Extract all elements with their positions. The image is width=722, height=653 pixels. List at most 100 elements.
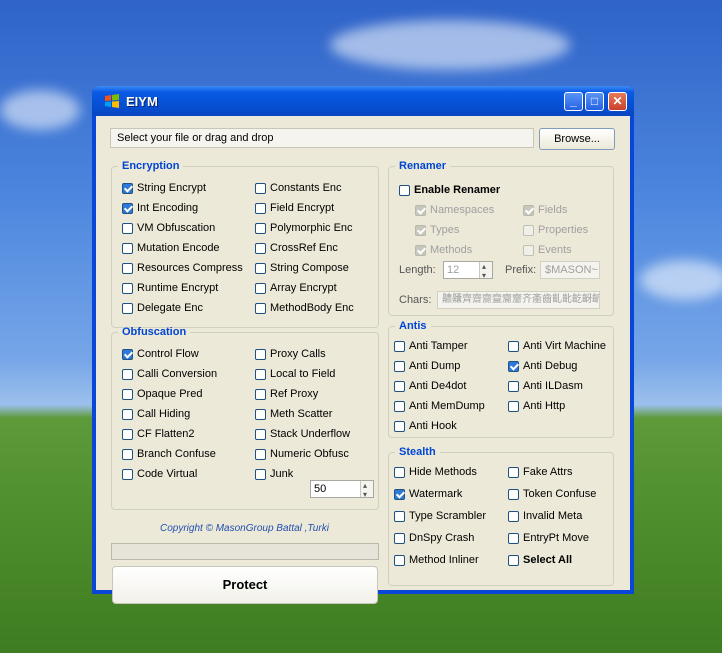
events-checkbox[interactable]: Events <box>523 242 572 258</box>
app-window: EIYM _ □ ✕ Select your file or drag and … <box>92 86 634 604</box>
events-label: Events <box>538 244 572 256</box>
stack-underflow-checkbox[interactable]: Stack Underflow <box>255 426 350 442</box>
anti-de4dot-label: Anti De4dot <box>409 380 467 392</box>
field-encrypt-checkbox[interactable]: Field Encrypt <box>255 200 334 216</box>
methods-label: Methods <box>430 244 473 256</box>
invalid-meta-checkbox[interactable]: Invalid Meta <box>508 508 582 524</box>
methods-checkbox[interactable]: Methods <box>415 242 472 258</box>
types-label: Types <box>430 224 460 236</box>
polymorphic-enc-checkbox[interactable]: Polymorphic Enc <box>255 220 353 236</box>
local-to-field-label: Local to Field <box>270 368 336 380</box>
methodbody-enc-checkbox[interactable]: MethodBody Enc <box>255 300 354 316</box>
maximize-button[interactable]: □ <box>585 92 604 111</box>
checkbox-icon <box>255 222 266 234</box>
prefix-field[interactable]: $MASON~ <box>540 261 600 279</box>
runtime-encrypt-checkbox[interactable]: Runtime Encrypt <box>122 280 218 296</box>
numeric-obfusc-checkbox[interactable]: Numeric Obfusc <box>255 446 349 462</box>
mutation-encode-checkbox[interactable]: Mutation Encode <box>122 240 220 256</box>
length-value: 12 <box>447 264 460 276</box>
chars-label: Chars: <box>399 294 432 306</box>
junk-checkbox[interactable]: Junk <box>255 466 293 482</box>
checkbox-icon <box>122 222 133 234</box>
vm-obfuscation-checkbox[interactable]: VM Obfuscation <box>122 220 215 236</box>
checkbox-icon <box>122 282 133 294</box>
antis-group-title: Antis <box>399 320 427 332</box>
checkbox-icon <box>394 554 405 566</box>
anti-dump-checkbox[interactable]: Anti Dump <box>394 358 460 374</box>
method-inliner-checkbox[interactable]: Method Inliner <box>394 552 479 568</box>
watermark-checkbox[interactable]: Watermark <box>394 486 462 502</box>
fields-checkbox[interactable]: Fields <box>523 202 567 218</box>
browse-button[interactable]: Browse... <box>539 128 615 150</box>
encryption-group-title: Encryption <box>122 160 180 172</box>
dnspy-crash-checkbox[interactable]: DnSpy Crash <box>394 530 474 546</box>
delegate-enc-label: Delegate Enc <box>137 302 204 314</box>
checkbox-checked-icon <box>122 348 133 360</box>
renamer-group-title: Renamer <box>399 160 447 172</box>
branch-confuse-checkbox[interactable]: Branch Confuse <box>122 446 216 462</box>
ref-proxy-checkbox[interactable]: Ref Proxy <box>255 386 318 402</box>
resources-compress-checkbox[interactable]: Resources Compress <box>122 260 243 276</box>
checkbox-icon <box>122 408 133 420</box>
anti-de4dot-checkbox[interactable]: Anti De4dot <box>394 378 466 394</box>
checkbox-icon <box>255 408 266 420</box>
chars-field[interactable]: 齈齉齊齋齌齍齎齏齐齑齒齓齔齕齖齗齘齙齚齛齜齝齞齟齠齡 <box>437 291 600 309</box>
control-flow-checkbox[interactable]: Control Flow <box>122 346 199 362</box>
polymorphic-enc-label: Polymorphic Enc <box>270 222 353 234</box>
anti-virt-machine-checkbox[interactable]: Anti Virt Machine <box>508 338 606 354</box>
call-hiding-checkbox[interactable]: Call Hiding <box>122 406 190 422</box>
calli-conversion-checkbox[interactable]: Calli Conversion <box>122 366 217 382</box>
crossref-enc-checkbox[interactable]: CrossRef Enc <box>255 240 338 256</box>
spin-arrows-icon[interactable] <box>479 259 492 284</box>
watermark-label: Watermark <box>409 488 463 500</box>
array-encrypt-checkbox[interactable]: Array Encrypt <box>255 280 337 296</box>
delegate-enc-checkbox[interactable]: Delegate Enc <box>122 300 203 316</box>
types-checkbox[interactable]: Types <box>415 222 459 238</box>
checkbox-icon <box>394 532 405 544</box>
checkbox-icon <box>255 388 266 400</box>
anti-ildasm-checkbox[interactable]: Anti ILDasm <box>508 378 583 394</box>
encryption-group: Encryption String Encrypt Constants Enc In… <box>111 160 379 328</box>
fake-attrs-checkbox[interactable]: Fake Attrs <box>508 464 573 480</box>
title-bar[interactable]: EIYM _ □ ✕ <box>92 86 634 116</box>
anti-hook-checkbox[interactable]: Anti Hook <box>394 418 457 434</box>
dnspy-crash-label: DnSpy Crash <box>409 532 475 544</box>
enable-renamer-checkbox[interactable]: Enable Renamer <box>399 182 500 198</box>
length-stepper[interactable]: 12 <box>443 259 493 284</box>
anti-tamper-checkbox[interactable]: Anti Tamper <box>394 338 468 354</box>
entrypt-move-checkbox[interactable]: EntryPt Move <box>508 530 589 546</box>
renamer-group: Renamer Enable Renamer Namespaces Fields T… <box>388 160 614 316</box>
string-encrypt-checkbox[interactable]: String Encrypt <box>122 180 206 196</box>
file-path-field[interactable]: Select your file or drag and drop <box>110 128 534 148</box>
anti-debug-checkbox[interactable]: Anti Debug <box>508 358 577 374</box>
cf-flatten2-checkbox[interactable]: CF Flatten2 <box>122 426 194 442</box>
checkbox-icon <box>255 348 266 360</box>
int-encoding-checkbox[interactable]: Int Encoding <box>122 200 198 216</box>
minimize-button[interactable]: _ <box>564 92 583 111</box>
checkbox-icon <box>255 448 266 460</box>
checkbox-icon <box>255 302 266 314</box>
select-all-checkbox[interactable]: Select All <box>508 552 572 568</box>
string-compose-checkbox[interactable]: String Compose <box>255 260 349 276</box>
proxy-calls-checkbox[interactable]: Proxy Calls <box>255 346 326 362</box>
close-button[interactable]: ✕ <box>608 92 627 111</box>
token-confuse-checkbox[interactable]: Token Confuse <box>508 486 596 502</box>
protect-button[interactable]: Protect <box>112 566 378 604</box>
type-scrambler-checkbox[interactable]: Type Scrambler <box>394 508 486 524</box>
checkbox-icon <box>122 388 133 400</box>
opaque-pred-checkbox[interactable]: Opaque Pred <box>122 386 202 402</box>
checkbox-icon <box>394 360 405 372</box>
meth-scatter-checkbox[interactable]: Meth Scatter <box>255 406 332 422</box>
local-to-field-checkbox[interactable]: Local to Field <box>255 366 335 382</box>
namespaces-checkbox[interactable]: Namespaces <box>415 202 494 218</box>
hide-methods-checkbox[interactable]: Hide Methods <box>394 464 477 480</box>
anti-http-checkbox[interactable]: Anti Http <box>508 398 565 414</box>
checkbox-icon <box>255 242 266 254</box>
checkbox-icon <box>255 282 266 294</box>
spin-arrows-icon[interactable] <box>360 478 373 503</box>
code-virtual-checkbox[interactable]: Code Virtual <box>122 466 197 482</box>
junk-count-stepper[interactable]: 50 <box>310 478 374 503</box>
properties-checkbox[interactable]: Properties <box>523 222 588 238</box>
anti-memdump-checkbox[interactable]: Anti MemDump <box>394 398 485 414</box>
constants-enc-checkbox[interactable]: Constants Enc <box>255 180 342 196</box>
